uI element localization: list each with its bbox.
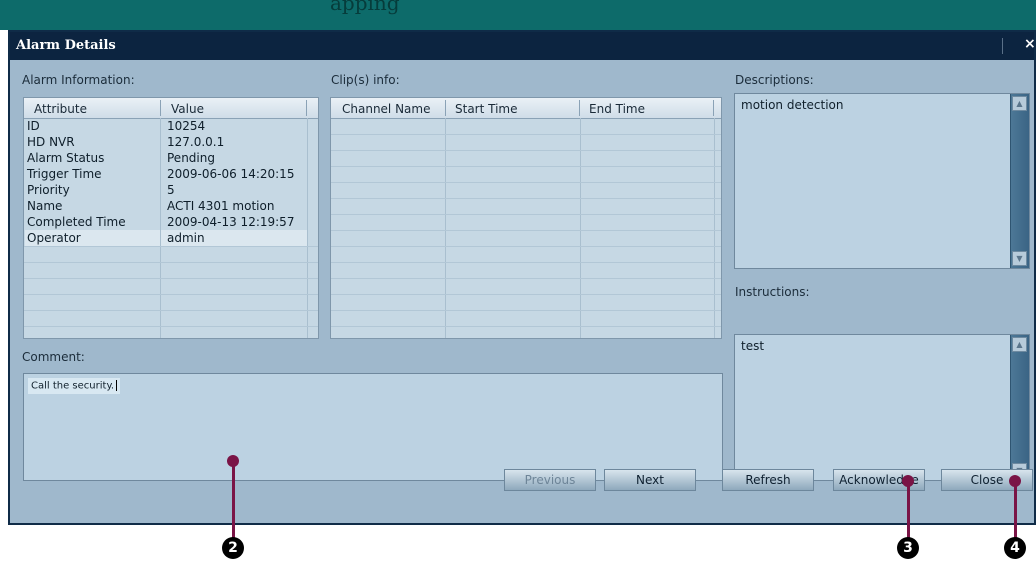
column-header-end-time[interactable]: End Time: [589, 102, 645, 116]
descriptions-field[interactable]: motion detection ▲ ▼: [734, 93, 1030, 269]
clips-table-header: Channel Name Start Time End Time: [331, 98, 721, 119]
instructions-scrollbar[interactable]: ▲ ▼: [1010, 335, 1029, 480]
next-button[interactable]: Next: [604, 469, 696, 491]
scroll-down-arrow-icon[interactable]: ▼: [1012, 251, 1027, 266]
comment-field[interactable]: Call the security.: [23, 373, 723, 481]
close-icon[interactable]: ×: [1024, 36, 1036, 52]
descriptions-scrollbar[interactable]: ▲ ▼: [1010, 94, 1029, 268]
table-cell: 2009-06-06 14:20:15: [167, 167, 295, 181]
refresh-button[interactable]: Refresh: [722, 469, 814, 491]
callout-4-line: [1014, 481, 1017, 539]
alarm-info-table: Attribute Value ID 10254 HD NVR 127.0.0.…: [23, 97, 319, 339]
callout-2-badge: 2: [222, 537, 244, 559]
comment-text: Call the security.: [28, 378, 121, 394]
table-cell: Completed Time: [27, 215, 126, 229]
instructions-field[interactable]: test ▲ ▼: [734, 334, 1030, 481]
scroll-up-arrow-icon[interactable]: ▲: [1012, 96, 1027, 111]
callout-3-badge: 3: [897, 537, 919, 559]
table-cell: HD NVR: [27, 135, 75, 149]
alarm-info-label: Alarm Information:: [22, 73, 135, 87]
comment-label: Comment:: [22, 350, 85, 364]
page-header-band: apping: [0, 0, 1036, 30]
callout-3-line: [907, 481, 910, 539]
page-header-text: apping: [330, 0, 400, 15]
previous-button[interactable]: Previous: [504, 469, 596, 491]
text-caret: [116, 380, 118, 391]
table-cell: admin: [167, 231, 205, 245]
table-cell: Alarm Status: [27, 151, 105, 165]
instructions-label: Instructions:: [735, 285, 810, 299]
table-cell: Trigger Time: [27, 167, 102, 181]
callout-4-badge: 4: [1004, 537, 1026, 559]
table-cell: ACTI 4301 motion: [167, 199, 275, 213]
scroll-up-arrow-icon[interactable]: ▲: [1012, 337, 1027, 352]
table-cell: 127.0.0.1: [167, 135, 225, 149]
alarm-info-table-header: Attribute Value: [24, 98, 318, 119]
clips-info-label: Clip(s) info:: [331, 73, 400, 87]
instructions-text: test: [741, 339, 765, 353]
table-cell: 2009-04-13 12:19:57: [167, 215, 295, 229]
table-cell: Operator: [27, 231, 81, 245]
table-cell: 10254: [167, 119, 206, 133]
table-cell: Name: [27, 199, 63, 213]
descriptions-text: motion detection: [741, 98, 844, 112]
column-header-attribute[interactable]: Attribute: [34, 102, 87, 116]
table-cell: 5: [167, 183, 175, 197]
column-header-value[interactable]: Value: [171, 102, 204, 116]
titlebar-separator: [1002, 38, 1003, 54]
dialog-title: Alarm Details: [16, 38, 116, 53]
table-cell: ID: [27, 119, 40, 133]
column-header-channel-name[interactable]: Channel Name: [342, 102, 430, 116]
table-cell: Priority: [27, 183, 70, 197]
callout-2-line: [232, 461, 235, 539]
column-header-start-time[interactable]: Start Time: [455, 102, 518, 116]
dialog-titlebar: Alarm Details ×: [10, 32, 1036, 60]
descriptions-label: Descriptions:: [735, 73, 814, 87]
table-cell: Pending: [167, 151, 215, 165]
clips-table: Channel Name Start Time End Time: [330, 97, 722, 339]
alarm-details-dialog: Alarm Details × Alarm Information: Attri…: [8, 30, 1036, 525]
